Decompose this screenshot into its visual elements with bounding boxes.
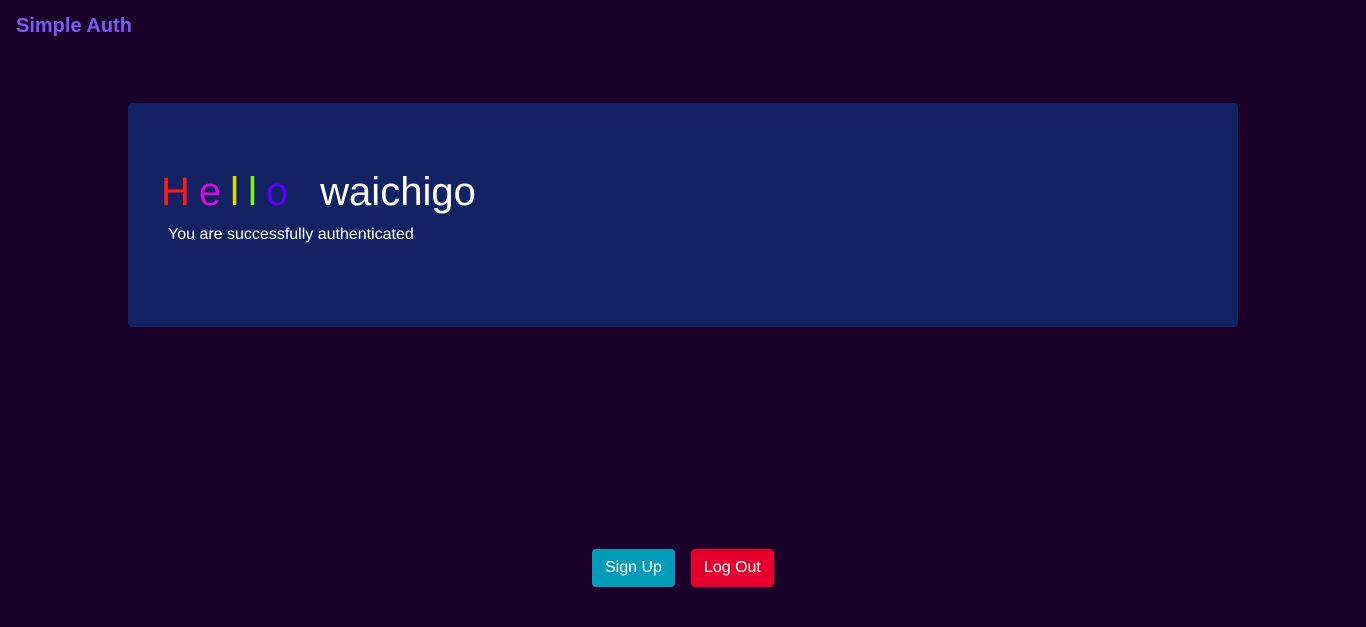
greeting-heading: H e l l o waichigo	[161, 170, 476, 214]
app-root: Simple Auth H e l l o waichigo You are s…	[0, 0, 1366, 627]
log-out-button[interactable]: Log Out	[690, 549, 774, 587]
action-buttons: Sign Up Log Out	[592, 549, 774, 587]
brand-link[interactable]: Simple Auth	[16, 15, 132, 38]
greeting-letter-h: H	[161, 170, 190, 214]
greeting-letter-e: e	[198, 170, 222, 214]
welcome-card: H e l l o waichigo You are successfully …	[128, 103, 1238, 327]
username: waichigo	[320, 170, 476, 214]
greeting-letter-o: o	[265, 170, 289, 214]
sign-up-button[interactable]: Sign Up	[592, 549, 675, 587]
greeting-letter-l1: l	[230, 170, 240, 214]
auth-status-message: You are successfully authenticated	[168, 226, 414, 243]
greeting-letter-l2: l	[248, 170, 257, 214]
